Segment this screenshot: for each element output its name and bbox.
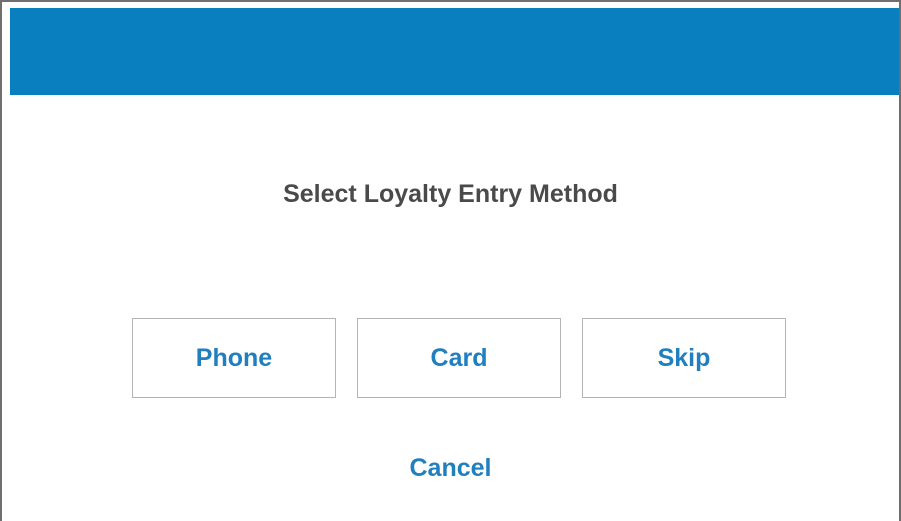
card-button[interactable]: Card [357, 318, 561, 398]
loyalty-dialog: Select Loyalty Entry Method Phone Card S… [0, 0, 901, 521]
title-bar [10, 8, 899, 95]
cancel-link[interactable]: Cancel [410, 454, 492, 482]
phone-button[interactable]: Phone [132, 318, 336, 398]
cancel-row: Cancel [2, 454, 899, 483]
dialog-prompt: Select Loyalty Entry Method [283, 180, 618, 208]
skip-button[interactable]: Skip [582, 318, 786, 398]
